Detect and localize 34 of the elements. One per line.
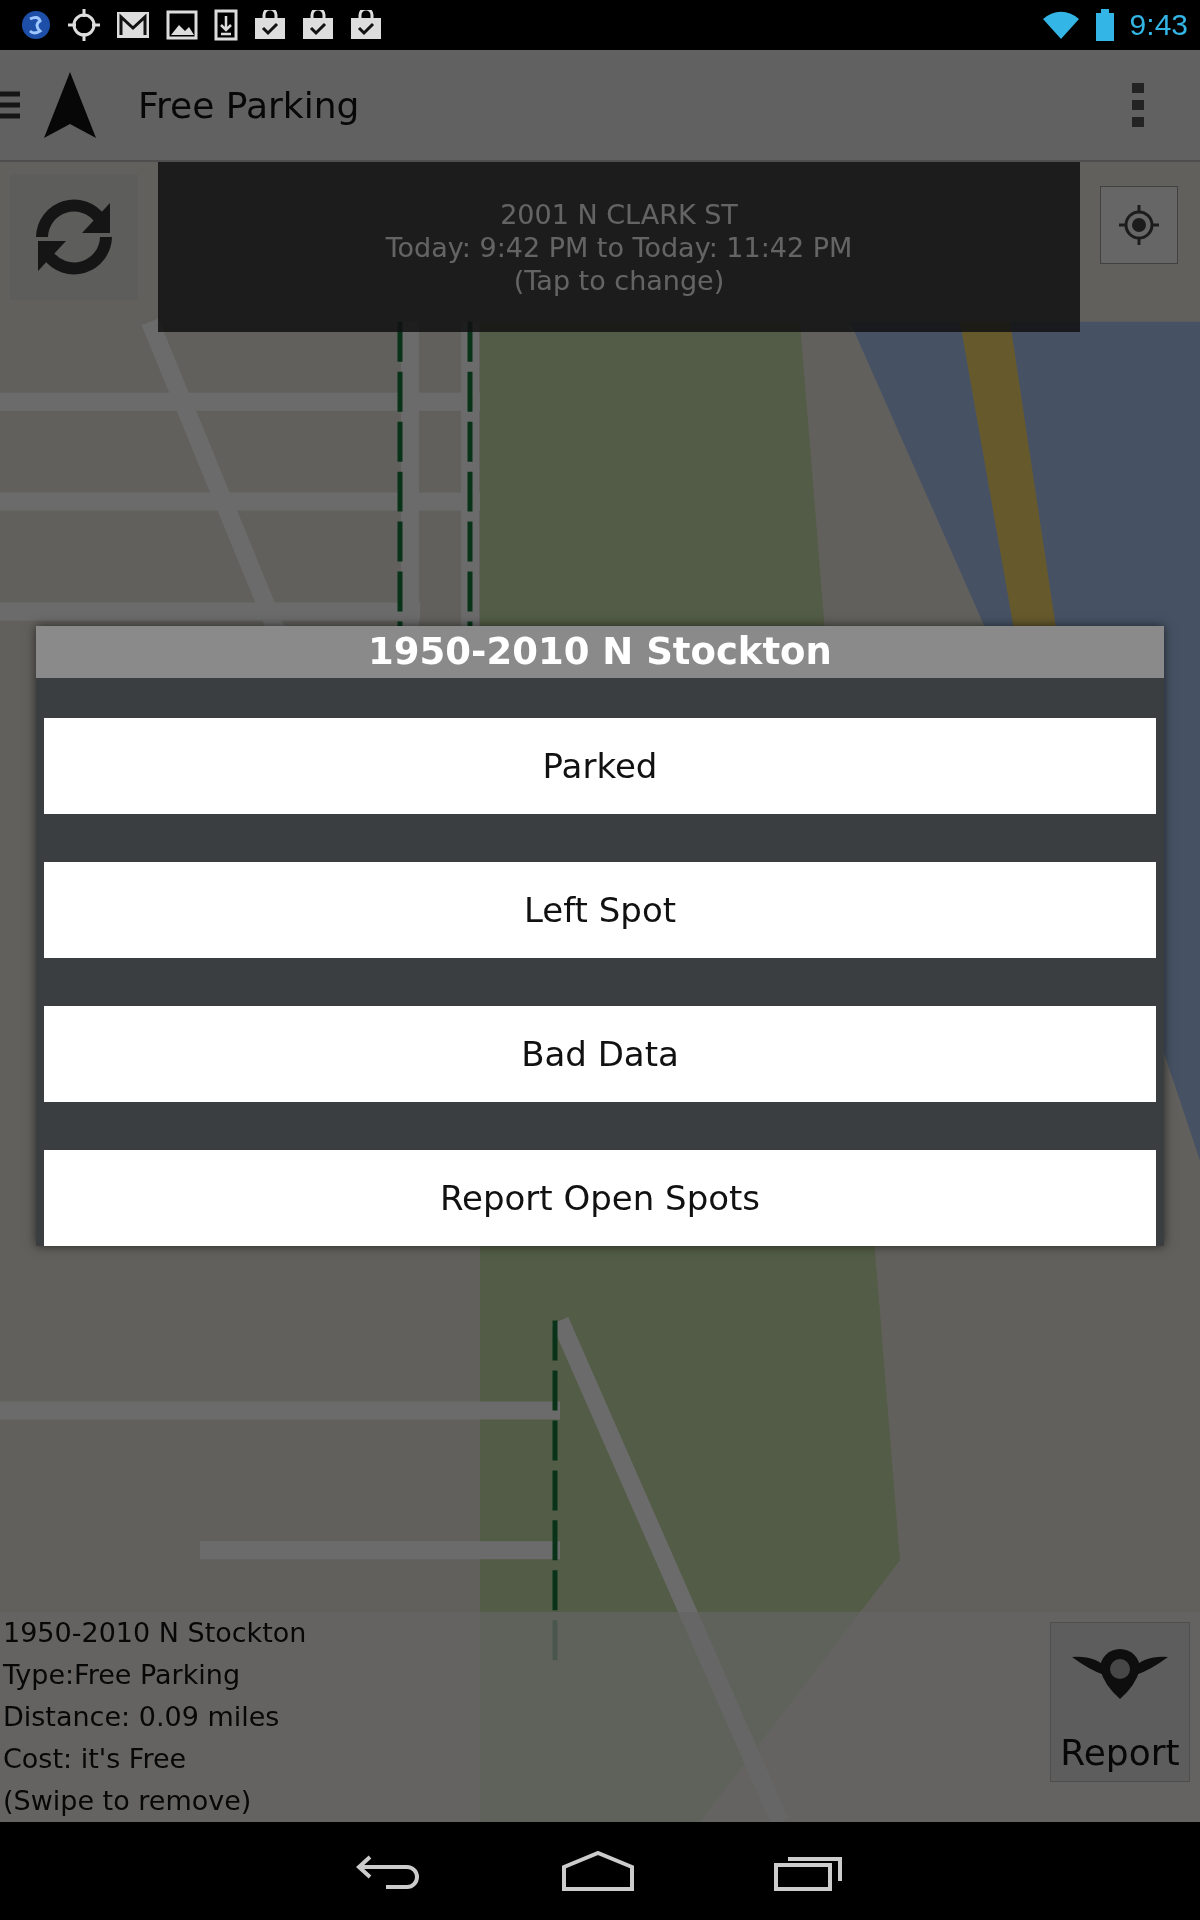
dialog-option-button[interactable]: Report Open Spots: [44, 1150, 1156, 1246]
shopping-bag-icon: [350, 10, 382, 40]
info-text: (Swipe to remove): [3, 1784, 253, 1818]
crosshair-icon: [68, 9, 100, 41]
back-icon[interactable]: [356, 1853, 422, 1889]
dialog-option-button[interactable]: Parked: [44, 718, 1156, 814]
dialog-option-button[interactable]: Bad Data: [44, 1006, 1156, 1102]
winged-pin-icon: [1070, 1647, 1170, 1701]
wifi-icon: [1041, 10, 1080, 40]
overflow-menu-icon[interactable]: [1132, 83, 1144, 127]
location-target-icon: [1117, 203, 1161, 247]
image-icon: [166, 10, 198, 40]
refresh-button[interactable]: [10, 174, 138, 300]
banner-text: Today: 9:42 PM to Today: 11:42 PM: [385, 230, 853, 264]
clock-time: 9:43: [1129, 8, 1188, 42]
banner-text: (Tap to change): [513, 263, 725, 297]
info-text: Distance: 0.09 miles: [3, 1700, 281, 1734]
menu-icon[interactable]: [0, 90, 20, 120]
info-text: Cost: it's Free: [3, 1742, 188, 1776]
banner-text: 2001 N CLARK ST: [500, 197, 738, 231]
mail-icon: [116, 11, 150, 39]
home-icon[interactable]: [562, 1851, 634, 1891]
info-text: Type:Free Parking: [3, 1658, 242, 1692]
navigation-arrow-icon[interactable]: [42, 70, 98, 140]
dialog-title: 1950-2010 N Stockton: [36, 626, 1164, 678]
shopping-bag-icon: [302, 10, 334, 40]
info-text: 1950-2010 N Stockton: [3, 1616, 307, 1650]
shopping-bag-icon: [254, 10, 286, 40]
battery-icon: [1095, 9, 1114, 41]
globe-icon: [20, 9, 52, 41]
my-location-button[interactable]: [1100, 186, 1178, 264]
app-title: Free Parking: [138, 84, 361, 126]
download-icon: [214, 9, 238, 41]
dialog-option-button[interactable]: Left Spot: [44, 862, 1156, 958]
